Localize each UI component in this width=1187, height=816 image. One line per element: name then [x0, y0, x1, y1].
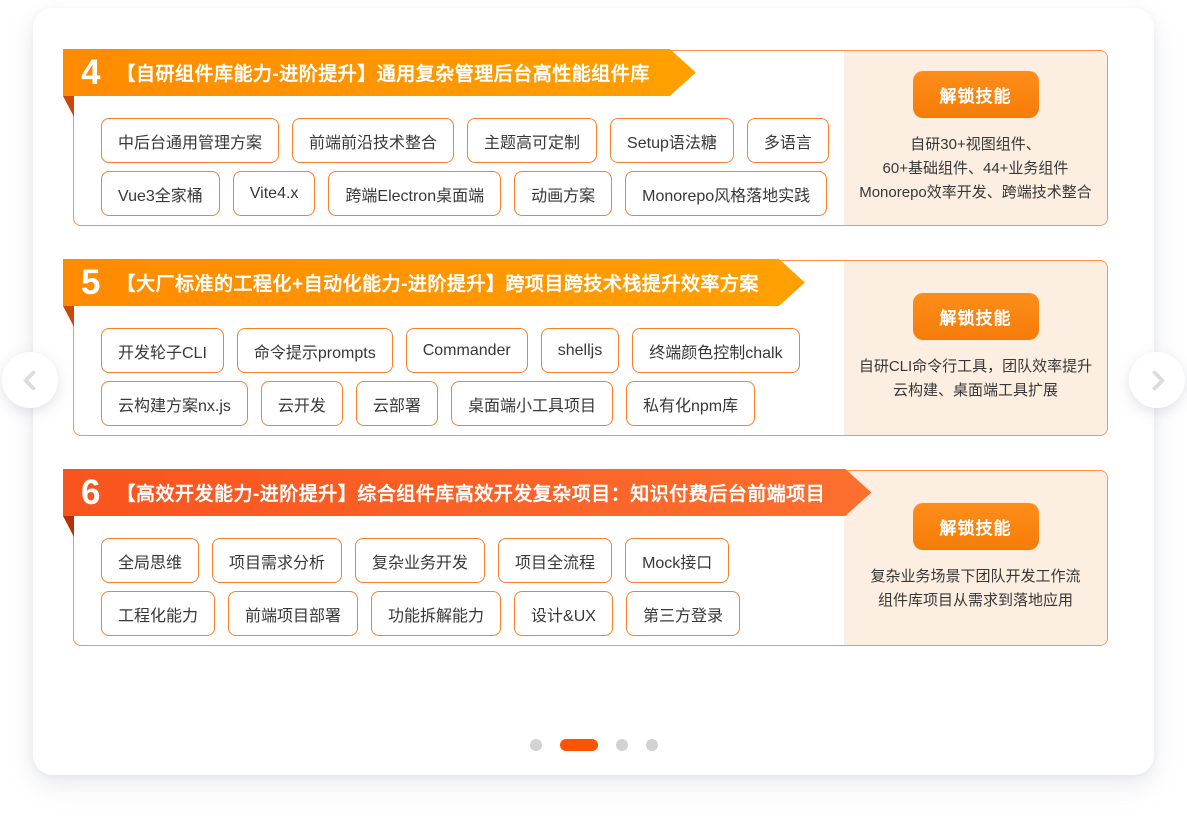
section-number: 6 [81, 475, 100, 510]
skill-tag: 复杂业务开发 [355, 538, 485, 583]
skill-line: 组件库项目从需求到落地应用 [870, 589, 1080, 613]
skill-tag: 终端颜色控制chalk [632, 328, 799, 373]
skills-panel: 解锁技能 复杂业务场景下团队开发工作流组件库项目从需求到落地应用 [844, 471, 1107, 645]
carousel-dot[interactable] [646, 739, 658, 751]
skill-tag: Mock接口 [625, 538, 729, 583]
section-number: 4 [81, 55, 100, 90]
skill-tag: 第三方登录 [626, 591, 740, 636]
skill-tag: 私有化npm库 [626, 381, 755, 426]
skill-tag: 多语言 [747, 118, 829, 163]
skill-tag: 云部署 [356, 381, 438, 426]
course-section: 4 【自研组件库能力-进阶提升】通用复杂管理后台高性能组件库 中后台通用管理方案… [73, 50, 1108, 226]
course-section: 6 【高效开发能力-进阶提升】综合组件库高效开发复杂项目：知识付费后台前端项目 … [73, 470, 1108, 646]
skills-panel: 解锁技能 自研30+视图组件、60+基础组件、44+业务组件Monorepo效率… [844, 51, 1107, 225]
tag-row: 开发轮子CLI 命令提示prompts Commander shelljs 终端颜色控制… [101, 328, 800, 373]
section-list: 4 【自研组件库能力-进阶提升】通用复杂管理后台高性能组件库 中后台通用管理方案… [33, 50, 1154, 680]
skill-tag: shelljs [541, 328, 619, 373]
tag-row: Vue3全家桶 Vite4.x 跨端Electron桌面端动画方案 Monorepo风… [101, 171, 829, 216]
unlock-skills-button[interactable]: 解锁技能 [913, 71, 1039, 118]
unlock-skills-button[interactable]: 解锁技能 [913, 503, 1039, 550]
skill-tag: 动画方案 [514, 171, 612, 216]
skill-line: 自研30+视图组件、 [859, 133, 1092, 157]
skill-line: 云构建、桌面端工具扩展 [859, 379, 1092, 403]
section-title: 【大厂标准的工程化+自动化能力-进阶提升】跨项目跨技术栈提升效率方案 [116, 269, 758, 296]
skill-tag: 功能拆解能力 [371, 591, 501, 636]
tag-list: 全局思维项目需求分析复杂业务开发项目全流程 Mock接口 工程化能力前端项目部署功… [101, 538, 740, 636]
carousel-dot[interactable] [530, 739, 542, 751]
skill-tag: Vite4.x [233, 171, 316, 216]
skill-tag: 项目需求分析 [212, 538, 342, 583]
chevron-right-icon [1144, 369, 1165, 390]
tag-row: 工程化能力前端项目部署功能拆解能力设计&UX 第三方登录 [101, 591, 740, 636]
skills-panel: 解锁技能 自研CLI命令行工具，团队效率提升云构建、桌面端工具扩展 [844, 261, 1107, 435]
tag-row: 云构建方案nx.js 云开发云部署桌面端小工具项目私有化npm库 [101, 381, 800, 426]
skill-tag: Setup语法糖 [610, 118, 734, 163]
section-banner: 5 【大厂标准的工程化+自动化能力-进阶提升】跨项目跨技术栈提升效率方案 [63, 259, 805, 306]
skill-tag: 设计&UX [514, 591, 613, 636]
section-title: 【高效开发能力-进阶提升】综合组件库高效开发复杂项目：知识付费后台前端项目 [116, 479, 825, 506]
skill-description: 复杂业务场景下团队开发工作流组件库项目从需求到落地应用 [870, 565, 1080, 613]
skill-tag: 命令提示prompts [237, 328, 393, 373]
carousel-dot-active[interactable] [560, 739, 598, 751]
skill-description: 自研CLI命令行工具，团队效率提升云构建、桌面端工具扩展 [859, 355, 1092, 403]
tag-list: 开发轮子CLI 命令提示prompts Commander shelljs 终端颜色控制… [101, 328, 800, 426]
skill-description: 自研30+视图组件、60+基础组件、44+业务组件Monorepo效率开发、跨端… [859, 133, 1092, 205]
chevron-left-icon [22, 369, 43, 390]
course-carousel-page: 4 【自研组件库能力-进阶提升】通用复杂管理后台高性能组件库 中后台通用管理方案… [0, 0, 1187, 816]
skill-tag: 项目全流程 [498, 538, 612, 583]
skill-tag: 主题高可定制 [467, 118, 597, 163]
skill-tag: 跨端Electron桌面端 [328, 171, 501, 216]
skill-tag: 前端前沿技术整合 [292, 118, 454, 163]
section-banner: 6 【高效开发能力-进阶提升】综合组件库高效开发复杂项目：知识付费后台前端项目 [63, 469, 871, 516]
section-number: 5 [81, 265, 100, 300]
skill-tag: 开发轮子CLI [101, 328, 224, 373]
carousel-dot[interactable] [616, 739, 628, 751]
section-banner: 4 【自研组件库能力-进阶提升】通用复杂管理后台高性能组件库 [63, 49, 696, 96]
skill-tag: 云开发 [261, 381, 343, 426]
course-section: 5 【大厂标准的工程化+自动化能力-进阶提升】跨项目跨技术栈提升效率方案 开发轮… [73, 260, 1108, 436]
skill-line: 复杂业务场景下团队开发工作流 [870, 565, 1080, 589]
unlock-skills-button[interactable]: 解锁技能 [913, 293, 1039, 340]
skill-tag: 桌面端小工具项目 [451, 381, 613, 426]
skill-tag: Monorepo风格落地实践 [625, 171, 827, 216]
tag-row: 全局思维项目需求分析复杂业务开发项目全流程 Mock接口 [101, 538, 740, 583]
skill-tag: 工程化能力 [101, 591, 215, 636]
carousel-card: 4 【自研组件库能力-进阶提升】通用复杂管理后台高性能组件库 中后台通用管理方案… [33, 8, 1154, 775]
carousel-next-button[interactable] [1129, 352, 1185, 408]
skill-tag: 中后台通用管理方案 [101, 118, 279, 163]
skill-tag: 云构建方案nx.js [101, 381, 248, 426]
skill-line: 自研CLI命令行工具，团队效率提升 [859, 355, 1092, 379]
skill-tag: Vue3全家桶 [101, 171, 220, 216]
skill-line: 60+基础组件、44+业务组件 [859, 157, 1092, 181]
skill-tag: 前端项目部署 [228, 591, 358, 636]
tag-list: 中后台通用管理方案前端前沿技术整合主题高可定制 Setup语法糖多语言 Vue3全… [101, 118, 829, 216]
carousel-dots [33, 739, 1154, 751]
section-title: 【自研组件库能力-进阶提升】通用复杂管理后台高性能组件库 [116, 59, 649, 86]
skill-tag: 全局思维 [101, 538, 199, 583]
tag-row: 中后台通用管理方案前端前沿技术整合主题高可定制 Setup语法糖多语言 [101, 118, 829, 163]
carousel-prev-button[interactable] [2, 352, 58, 408]
skill-line: Monorepo效率开发、跨端技术整合 [859, 181, 1092, 205]
banner-fold [63, 516, 74, 537]
banner-fold [63, 96, 74, 117]
skill-tag: Commander [406, 328, 528, 373]
banner-fold [63, 306, 74, 327]
